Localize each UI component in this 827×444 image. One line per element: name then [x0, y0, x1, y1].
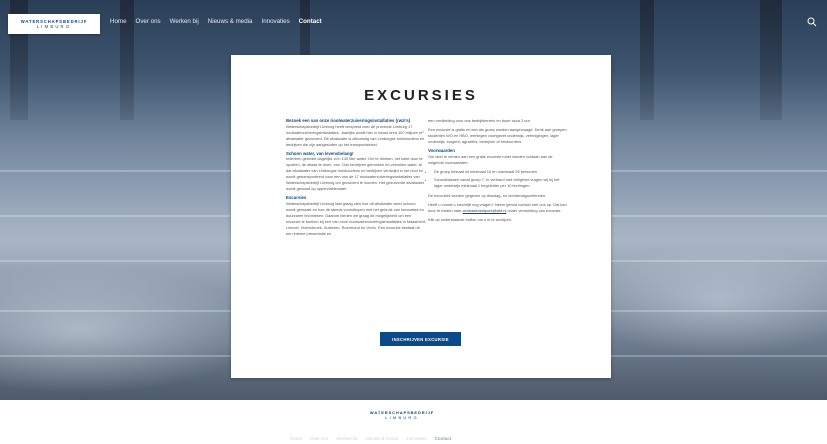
nav-item-nieuws-media[interactable]: Nieuws & media	[208, 18, 253, 25]
nav-item-innovaties[interactable]: Innovaties	[261, 18, 289, 25]
paragraph: De excursies worden gegeven op dinsdag- …	[428, 192, 547, 198]
paragraph: Klik op onderstaande button om u in te s…	[428, 216, 513, 222]
list-item: De groep bestaat uit minimaal 10 en maxi…	[434, 169, 568, 175]
left-column: Bezoek een van onze rioolwaterzuiverings…	[286, 118, 426, 240]
nav-item-home[interactable]: Home	[110, 18, 127, 25]
paragraph: Een excursie is gratis en kan als groep …	[428, 127, 567, 144]
paragraph: Om deel te nemen aan een gratis excursie…	[428, 153, 553, 165]
footer-nav-innovaties[interactable]: Innovaties	[406, 436, 427, 441]
top-navigation-bar: WATERSCHAPSBEDRIJF LIMBURG Home Over ons…	[0, 14, 827, 34]
contact-text-end: onder vermelding van excursie.	[506, 207, 562, 213]
contact-paragraph: Heeft u vooraf u inschrijft nog vragen? …	[428, 202, 568, 214]
footer-logo[interactable]: WATERSCHAPSBEDRIJF LIMBURG	[357, 406, 447, 424]
list-item: Schoolklassen vanaf groep 7. In verband …	[434, 177, 568, 189]
nav-item-over-ons[interactable]: Over ons	[136, 18, 161, 25]
paragraph: Waterschapsbedrijf Limburg heeft verspre…	[286, 123, 425, 147]
register-excursion-button[interactable]: INSCHRIJVEN EXCURSIE	[380, 332, 461, 346]
footer-nav-over-ons[interactable]: Over ons	[310, 436, 328, 441]
email-link[interactable]: centraalmeldpunt@wbl.nl	[463, 208, 507, 213]
footer-nav-home[interactable]: Home	[290, 436, 302, 441]
section-heading: Bezoek een van onze rioolwaterzuiverings…	[286, 118, 411, 123]
content-card: EXCURSIES Bezoek een van onze rioolwater…	[231, 55, 611, 378]
footer-nav: Home Over ons Werken bij Nieuws & media …	[290, 436, 451, 441]
nav-item-werken-bij[interactable]: Werken bij	[170, 18, 199, 25]
paragraph: een rondleiding voor ons bedrijfsterrein…	[428, 118, 531, 123]
logo-text-bottom: LIMBURG	[36, 24, 72, 29]
footer-nav-nieuws-media[interactable]: Nieuws & media	[365, 436, 398, 441]
conditions-list: De groep bestaat uit minimaal 10 en maxi…	[428, 169, 568, 189]
site-logo[interactable]: WATERSCHAPSBEDRIJF LIMBURG	[8, 14, 100, 34]
footer-nav-werken-bij[interactable]: Werken bij	[336, 436, 357, 441]
paragraph: Waterschapsbedrijf Limburg laat graag zi…	[286, 200, 426, 236]
main-nav: Home Over ons Werken bij Nieuws & media …	[110, 18, 322, 25]
search-icon[interactable]	[807, 17, 817, 27]
right-column: een rondleiding voor ons bedrijfsterrein…	[428, 118, 568, 226]
footer-logo-text-bottom: LIMBURG	[385, 415, 419, 420]
footer-nav-contact[interactable]: Contact	[435, 436, 452, 441]
paragraph: Iedereen gebruikt dagelijks zo'n 130 lit…	[286, 156, 425, 191]
nav-item-contact[interactable]: Contact	[299, 18, 322, 25]
page-title: EXCURSIES	[364, 87, 478, 104]
footer: WATERSCHAPSBEDRIJF LIMBURG Home Over ons…	[0, 400, 827, 444]
